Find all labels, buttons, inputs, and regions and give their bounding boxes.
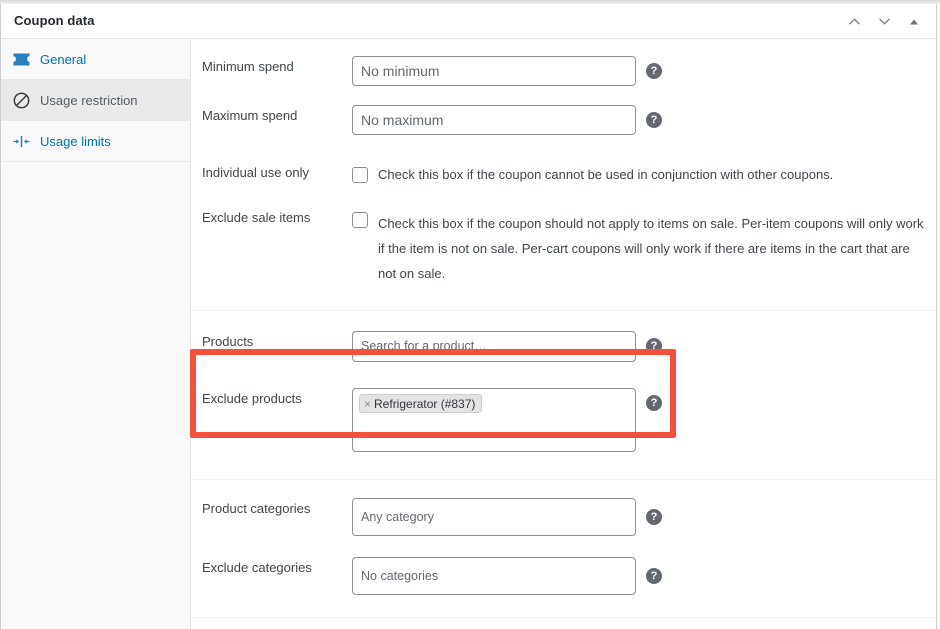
individual-use-only-control: Check this box if the coupon cannot be u… (352, 162, 833, 183)
maximum-spend-control: ? (352, 105, 662, 135)
coupon-data-panel: Coupon data General Usage restriction Us… (0, 4, 937, 629)
row-exclude-products: Exclude products × Refrigerator (#837) ? (191, 362, 936, 479)
exclude-sale-items-control: Check this box if the coupon should not … (352, 207, 929, 286)
sidebar-item-label: General (40, 51, 87, 67)
chevron-down-icon (877, 14, 892, 29)
maximum-spend-help-icon[interactable]: ? (646, 112, 662, 128)
product-categories-help-icon[interactable]: ? (646, 509, 662, 525)
no-entry-icon (10, 90, 32, 110)
products-label: Products (202, 334, 254, 349)
exclude-products-chip[interactable]: × Refrigerator (#837) (359, 394, 483, 413)
row-maximum-spend: Maximum spend ? (191, 86, 936, 135)
exclude-categories-label: Exclude categories (202, 560, 312, 575)
row-allowed-emails: Allowed emails ? (191, 618, 936, 629)
products-control: Search for a product… ? (352, 331, 662, 362)
exclude-products-control: × Refrigerator (#837) ? (352, 388, 662, 452)
exclude-categories-select-input[interactable]: No categories (352, 557, 636, 595)
sidebar-item-label: Usage restriction (40, 92, 138, 108)
maximum-spend-label: Maximum spend (202, 108, 298, 123)
row-exclude-sale-items: Exclude sale items Check this box if the… (191, 183, 936, 310)
exclude-products-label: Exclude products (202, 391, 302, 406)
sidebar-item-label: Usage limits (40, 133, 111, 149)
limits-icon (10, 131, 32, 151)
sidebar-item-general[interactable]: General (1, 39, 190, 80)
products-placeholder: Search for a product… (361, 339, 487, 353)
maximum-spend-input[interactable] (352, 105, 636, 135)
exclude-categories-placeholder: No categories (361, 569, 439, 583)
exclude-sale-items-label: Exclude sale items (202, 210, 311, 225)
product-categories-control: Any category ? (352, 498, 662, 536)
exclude-products-help-icon[interactable]: ? (646, 395, 662, 411)
sidebar-item-usage-restriction[interactable]: Usage restriction (1, 80, 190, 121)
panel-body: General Usage restriction Usage limits M… (1, 39, 936, 629)
row-products: Products Search for a product… ? (191, 311, 936, 362)
exclude-categories-help-icon[interactable]: ? (646, 568, 662, 584)
exclude-sale-items-description: Check this box if the coupon should not … (378, 216, 924, 281)
field-group-emails: Allowed emails ? (191, 617, 936, 629)
panel-header: Coupon data (1, 4, 936, 39)
exclude-categories-control: No categories ? (352, 557, 662, 595)
product-categories-select-input[interactable]: Any category (352, 498, 636, 536)
coupon-data-sidebar: General Usage restriction Usage limits (1, 39, 191, 629)
field-group-products: Products Search for a product… ? Exclude… (191, 310, 936, 479)
panel-header-controls (840, 4, 928, 39)
exclude-products-select-input[interactable]: × Refrigerator (#837) (352, 388, 636, 452)
chip-remove-icon[interactable]: × (364, 398, 371, 410)
field-group-spend: Minimum spend ? Maximum spend ? (191, 39, 936, 310)
row-product-categories: Product categories Any category ? (191, 480, 936, 536)
move-up-button[interactable] (840, 8, 868, 36)
field-group-categories: Product categories Any category ? Exclud… (191, 479, 936, 617)
individual-use-only-description: Check this box if the coupon cannot be u… (378, 167, 834, 182)
product-categories-placeholder: Any category (361, 510, 434, 524)
products-select-input[interactable]: Search for a product… (352, 331, 636, 362)
minimum-spend-help-icon[interactable]: ? (646, 63, 662, 79)
row-individual-use-only: Individual use only Check this box if th… (191, 135, 936, 183)
minimum-spend-control: ? (352, 56, 662, 86)
triangle-up-icon (908, 16, 920, 28)
row-minimum-spend: Minimum spend ? (191, 39, 936, 86)
screenshot-root: Coupon data General Usage restriction Us… (0, 0, 940, 629)
exclude-sale-items-checkbox[interactable] (352, 212, 368, 228)
sidebar-item-usage-limits[interactable]: Usage limits (1, 121, 190, 162)
individual-use-only-label: Individual use only (202, 165, 309, 180)
chip-label: Refrigerator (#837) (374, 396, 476, 411)
individual-use-only-checkbox[interactable] (352, 167, 368, 183)
page-title: Coupon data (14, 13, 95, 28)
toggle-panel-button[interactable] (900, 8, 928, 36)
row-exclude-categories: Exclude categories No categories ? (191, 536, 936, 617)
product-categories-label: Product categories (202, 501, 311, 516)
usage-restriction-form: Minimum spend ? Maximum spend ? (191, 39, 936, 629)
minimum-spend-label: Minimum spend (202, 59, 294, 74)
products-help-icon[interactable]: ? (646, 338, 662, 354)
chevron-up-icon (847, 14, 862, 29)
minimum-spend-input[interactable] (352, 56, 636, 86)
ticket-icon (10, 49, 32, 69)
move-down-button[interactable] (870, 8, 898, 36)
